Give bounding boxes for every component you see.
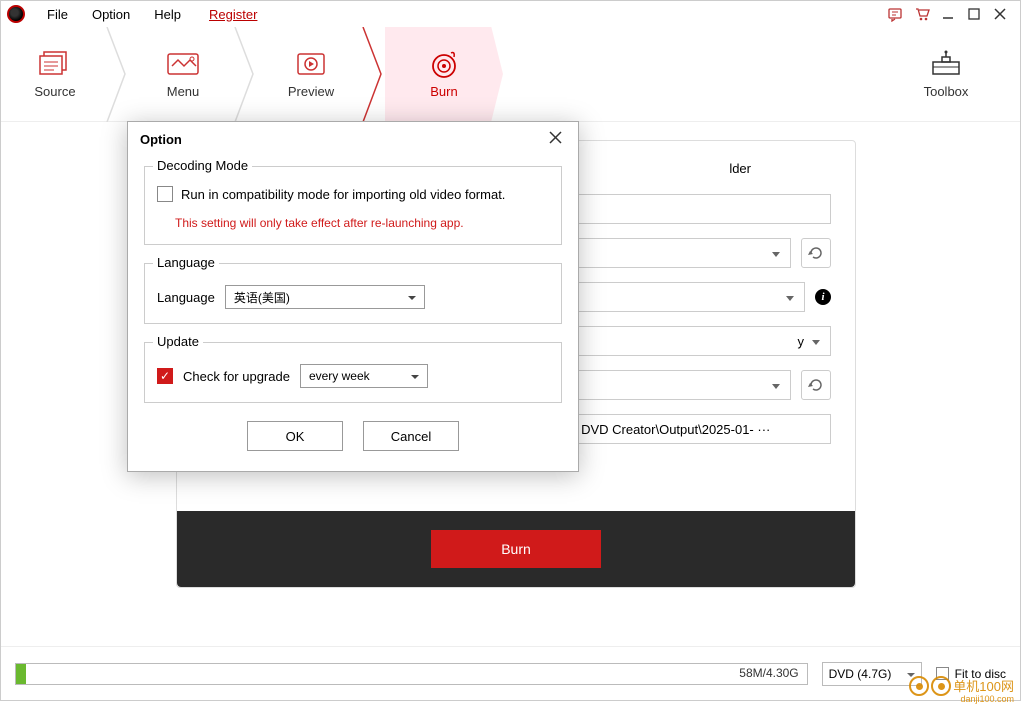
option-dialog: Option Decoding Mode Run in compatibilit… bbox=[127, 121, 579, 472]
tab-label: lder bbox=[729, 161, 751, 176]
checkbox-label: Run in compatibility mode for importing … bbox=[181, 187, 505, 202]
upgrade-checkbox[interactable] bbox=[157, 368, 173, 384]
step-separator bbox=[237, 27, 257, 122]
group-legend: Update bbox=[153, 334, 203, 349]
progress-text: 58M/4.30G bbox=[739, 666, 798, 680]
step-preview[interactable]: Preview bbox=[257, 27, 365, 122]
step-source[interactable]: Source bbox=[1, 27, 109, 122]
step-nav: Source Menu Preview Burn Toolbox bbox=[1, 27, 1020, 122]
step-separator bbox=[365, 27, 385, 122]
feedback-icon[interactable] bbox=[888, 6, 904, 22]
menu-register[interactable]: Register bbox=[197, 5, 269, 24]
compat-mode-checkbox[interactable]: Run in compatibility mode for importing … bbox=[157, 186, 549, 202]
step-label: Toolbox bbox=[924, 84, 969, 99]
dialog-titlebar: Option bbox=[128, 122, 578, 156]
close-icon[interactable] bbox=[992, 6, 1008, 22]
step-separator bbox=[109, 27, 129, 122]
language-select[interactable]: 英语(美国) bbox=[225, 285, 425, 309]
group-legend: Language bbox=[153, 255, 219, 270]
progress-fill bbox=[16, 664, 26, 684]
watermark-logo-icon bbox=[909, 676, 929, 696]
menu-icon bbox=[166, 50, 200, 78]
step-burn[interactable]: Burn bbox=[385, 27, 503, 122]
group-legend: Decoding Mode bbox=[153, 158, 252, 173]
update-interval-select[interactable]: every week bbox=[300, 364, 428, 388]
refresh-button-2[interactable] bbox=[801, 370, 831, 400]
upgrade-label: Check for upgrade bbox=[183, 369, 290, 384]
dialog-title: Option bbox=[140, 132, 182, 147]
watermark: 单机100网 danji100.com bbox=[909, 676, 1014, 696]
source-icon bbox=[38, 50, 72, 78]
checkbox-icon bbox=[157, 186, 173, 202]
language-label: Language bbox=[157, 290, 215, 305]
step-label: Burn bbox=[430, 84, 457, 99]
step-label: Preview bbox=[288, 84, 334, 99]
maximize-icon[interactable] bbox=[966, 6, 982, 22]
warning-text: This setting will only take effect after… bbox=[175, 216, 549, 230]
burn-button[interactable]: Burn bbox=[431, 530, 601, 568]
step-label: Source bbox=[34, 84, 75, 99]
step-menu[interactable]: Menu bbox=[129, 27, 237, 122]
update-group: Update Check for upgrade every week bbox=[144, 342, 562, 403]
watermark-sub: danji100.com bbox=[960, 694, 1014, 704]
cart-icon[interactable] bbox=[914, 6, 930, 22]
info-icon[interactable]: i bbox=[815, 289, 831, 305]
ok-button[interactable]: OK bbox=[247, 421, 343, 451]
toolbox-icon bbox=[929, 50, 963, 78]
menu-help[interactable]: Help bbox=[142, 5, 193, 24]
preview-icon bbox=[294, 50, 328, 78]
cancel-button[interactable]: Cancel bbox=[363, 421, 459, 451]
panel-footer: Burn bbox=[177, 511, 855, 587]
disc-type-select[interactable]: DVD (4.7G) bbox=[822, 662, 922, 686]
step-toolbox[interactable]: Toolbox bbox=[892, 27, 1000, 122]
language-group: Language Language 英语(美国) bbox=[144, 263, 562, 324]
watermark-logo-icon bbox=[931, 676, 951, 696]
step-label: Menu bbox=[167, 84, 200, 99]
app-logo-icon bbox=[7, 5, 25, 23]
watermark-text: 单机100网 bbox=[953, 680, 1014, 693]
menu-file[interactable]: File bbox=[35, 5, 80, 24]
bottom-bar: 58M/4.30G DVD (4.7G) Fit to disc bbox=[1, 646, 1020, 700]
menubar: File Option Help Register bbox=[1, 1, 1020, 27]
decoding-mode-group: Decoding Mode Run in compatibility mode … bbox=[144, 166, 562, 245]
progress-bar: 58M/4.30G bbox=[15, 663, 808, 685]
burn-icon bbox=[427, 50, 461, 78]
dialog-close-button[interactable] bbox=[545, 129, 566, 150]
tab-folder[interactable]: lder bbox=[729, 161, 751, 176]
menu-option[interactable]: Option bbox=[80, 5, 142, 24]
minimize-icon[interactable] bbox=[940, 6, 956, 22]
window-controls bbox=[888, 6, 1014, 22]
refresh-button[interactable] bbox=[801, 238, 831, 268]
